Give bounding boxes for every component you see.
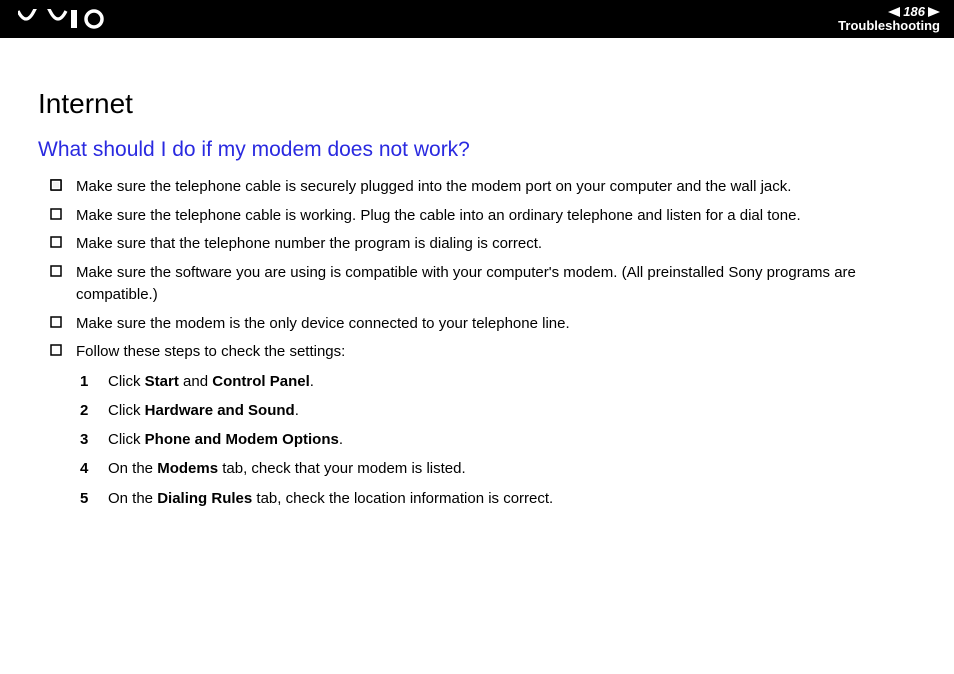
bullet-text: Make sure the software you are using is … [76, 262, 920, 307]
step-number: 3 [80, 428, 94, 451]
list-item: Follow these steps to check the settings… [50, 341, 920, 364]
step-number: 4 [80, 457, 94, 480]
bullet-list: Make sure the telephone cable is securel… [50, 176, 920, 364]
question-heading: What should I do if my modem does not wo… [38, 138, 920, 162]
square-bullet-icon [50, 265, 62, 277]
step-item: 1 Click Start and Control Panel. [80, 370, 920, 393]
header-bar: 186 Troubleshooting [0, 0, 954, 38]
bullet-text: Make sure the telephone cable is securel… [76, 176, 791, 199]
page-navigator: 186 [888, 5, 940, 19]
step-text: On the Dialing Rules tab, check the loca… [108, 487, 553, 510]
square-bullet-icon [50, 179, 62, 191]
header-nav: 186 Troubleshooting [838, 5, 940, 34]
bullet-text: Follow these steps to check the settings… [76, 341, 345, 364]
bullet-text: Make sure the modem is the only device c… [76, 313, 570, 336]
step-item: 5 On the Dialing Rules tab, check the lo… [80, 487, 920, 510]
list-item: Make sure the modem is the only device c… [50, 313, 920, 336]
step-item: 3 Click Phone and Modem Options. [80, 428, 920, 451]
next-page-arrow-icon[interactable] [928, 7, 940, 17]
step-item: 4 On the Modems tab, check that your mod… [80, 457, 920, 480]
step-item: 2 Click Hardware and Sound. [80, 399, 920, 422]
step-text: On the Modems tab, check that your modem… [108, 457, 466, 480]
prev-page-arrow-icon[interactable] [888, 7, 900, 17]
step-text: Click Hardware and Sound. [108, 399, 299, 422]
page-number: 186 [903, 5, 925, 19]
list-item: Make sure the telephone cable is working… [50, 205, 920, 228]
section-label[interactable]: Troubleshooting [838, 19, 940, 33]
step-number: 2 [80, 399, 94, 422]
list-item: Make sure the software you are using is … [50, 262, 920, 307]
square-bullet-icon [50, 344, 62, 356]
bullet-text: Make sure the telephone cable is working… [76, 205, 801, 228]
step-number: 5 [80, 487, 94, 510]
bullet-text: Make sure that the telephone number the … [76, 233, 542, 256]
step-text: Click Start and Control Panel. [108, 370, 314, 393]
step-text: Click Phone and Modem Options. [108, 428, 343, 451]
list-item: Make sure that the telephone number the … [50, 233, 920, 256]
page-title: Internet [38, 88, 920, 120]
square-bullet-icon [50, 208, 62, 220]
steps-list: 1 Click Start and Control Panel. 2 Click… [80, 370, 920, 510]
vaio-logo-svg [18, 9, 108, 29]
list-item: Make sure the telephone cable is securel… [50, 176, 920, 199]
vaio-logo [18, 9, 108, 29]
square-bullet-icon [50, 316, 62, 328]
square-bullet-icon [50, 236, 62, 248]
step-number: 1 [80, 370, 94, 393]
page-content: Internet What should I do if my modem do… [0, 38, 954, 510]
